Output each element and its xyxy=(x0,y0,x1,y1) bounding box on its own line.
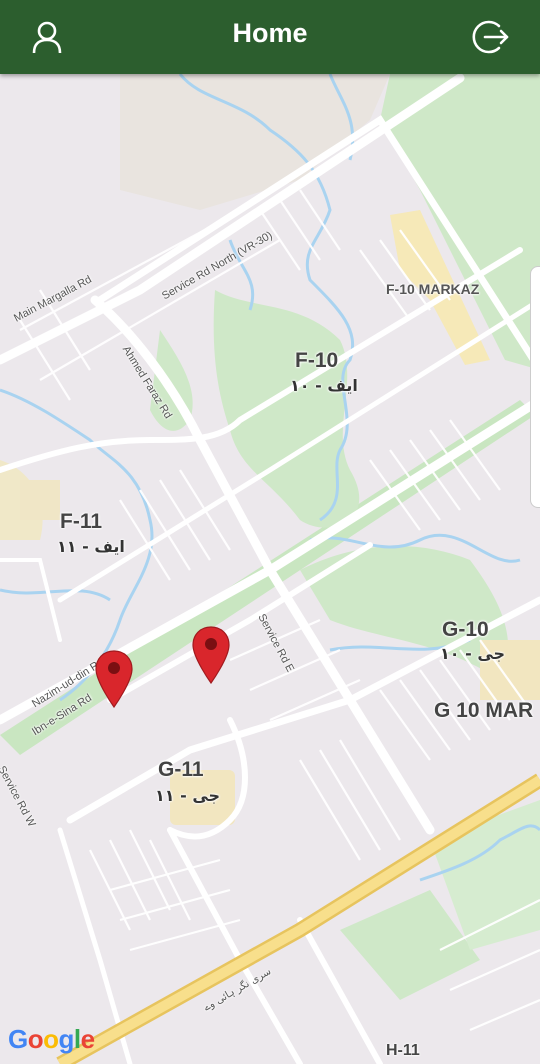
sector-label-h11: H-11 xyxy=(386,1042,420,1059)
markaz-label-g10: G 10 MAR xyxy=(434,699,534,722)
location-pin-icon xyxy=(95,650,133,709)
sector-label-f11: F-11 xyxy=(60,510,103,533)
map-marker[interactable] xyxy=(94,649,134,709)
app-header: Home xyxy=(0,0,540,74)
logout-button[interactable] xyxy=(466,12,516,62)
logout-icon xyxy=(472,20,509,54)
map-view[interactable]: F-10 ایف - ۱۰ F-11 ایف - ۱۱ G-10 جی - ۱۰… xyxy=(0,74,540,1064)
location-pin-icon xyxy=(192,626,230,685)
sector-urdu-f11: ایف - ۱۱ xyxy=(57,537,125,556)
page-title: Home xyxy=(232,18,308,48)
sector-urdu-f10: ایف - ۱۰ xyxy=(290,376,358,395)
markaz-label-f10: F-10 MARKAZ xyxy=(386,281,480,297)
sector-label-f10: F-10 xyxy=(295,349,339,372)
sector-urdu-g10: جی - ۱۰ xyxy=(440,644,506,663)
sector-label-g11: G-11 xyxy=(158,758,204,781)
sector-label-g10: G-10 xyxy=(442,618,489,641)
map-canvas xyxy=(0,74,540,1064)
map-marker[interactable] xyxy=(191,625,231,685)
side-panel-handle[interactable] xyxy=(530,266,540,508)
sector-urdu-g11: جی - ۱۱ xyxy=(155,786,221,805)
google-logo: Google xyxy=(8,1024,95,1054)
